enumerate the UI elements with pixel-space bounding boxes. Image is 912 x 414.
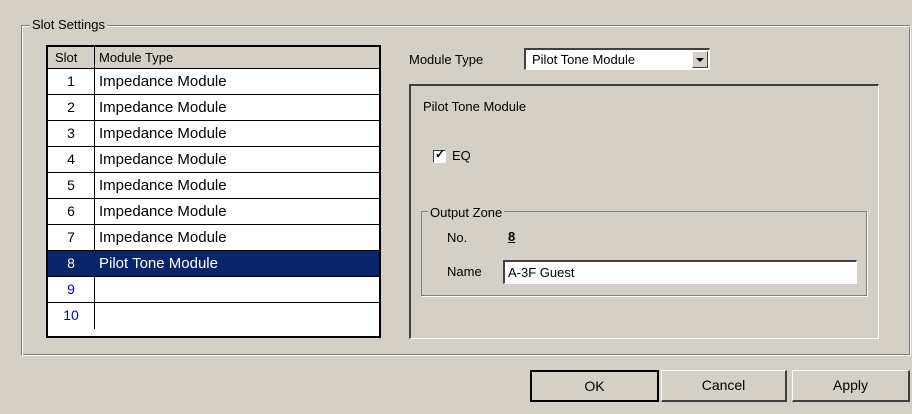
table-row[interactable]: 1 Impedance Module — [48, 69, 379, 95]
slot-number-cell: 10 — [48, 303, 95, 329]
slot-number-cell: 5 — [48, 173, 95, 198]
slot-number-cell: 7 — [48, 225, 95, 250]
slot-number-cell: 1 — [48, 69, 95, 94]
zone-name-input[interactable] — [503, 260, 857, 284]
slot-number-cell: 4 — [48, 147, 95, 172]
module-type-column-header[interactable]: Module Type — [95, 47, 379, 68]
table-body: 1 Impedance Module 2 Impedance Module 3 Imped… — [48, 69, 379, 329]
table-row[interactable]: 2 Impedance Module — [48, 95, 379, 121]
slot-number-cell: 3 — [48, 121, 95, 146]
module-type-cell: Impedance Module — [99, 203, 227, 220]
module-type-cell: Impedance Module — [99, 151, 227, 168]
zone-number-label: No. — [447, 230, 468, 245]
slot-number-cell: 2 — [48, 95, 95, 120]
table-row[interactable]: 9 — [48, 277, 379, 303]
slot-number-cell: 9 — [48, 277, 95, 302]
eq-label[interactable]: EQ — [452, 148, 471, 163]
table-row[interactable]: 8 Pilot Tone Module — [48, 251, 379, 277]
chevron-down-icon[interactable] — [692, 51, 708, 68]
module-type-cell: Impedance Module — [99, 125, 227, 142]
slot-number-cell: 6 — [48, 199, 95, 224]
module-type-cell: Impedance Module — [99, 177, 227, 194]
table-row[interactable]: 7 Impedance Module — [48, 225, 379, 251]
slot-column-header[interactable]: Slot — [48, 47, 95, 68]
table-row[interactable]: 5 Impedance Module — [48, 173, 379, 199]
module-type-cell: Impedance Module — [99, 73, 227, 90]
module-type-value: Pilot Tone Module — [532, 52, 636, 67]
table-row[interactable]: 3 Impedance Module — [48, 121, 379, 147]
module-type-label: Module Type — [409, 52, 484, 67]
zone-name-label: Name — [447, 264, 482, 279]
output-zone-title: Output Zone — [428, 205, 505, 220]
cancel-button[interactable]: Cancel — [661, 370, 787, 402]
table-header: Slot Module Type — [48, 47, 379, 69]
ok-button[interactable]: OK — [530, 370, 659, 402]
zone-number-value: 8 — [508, 229, 516, 244]
table-row[interactable]: 10 — [48, 303, 379, 329]
module-type-cell: Pilot Tone Module — [99, 255, 218, 272]
apply-button[interactable]: Apply — [792, 370, 910, 402]
table-row[interactable]: 4 Impedance Module — [48, 147, 379, 173]
module-type-cell — [95, 303, 379, 329]
panel-title: Pilot Tone Module — [423, 99, 527, 114]
slot-table: Slot Module Type 1 Impedance Module 2 Imped… — [46, 45, 381, 338]
module-type-cell: Impedance Module — [99, 99, 227, 116]
eq-checkbox[interactable]: ✓ — [433, 147, 446, 163]
checkmark-icon: ✓ — [435, 147, 446, 161]
module-type-dropdown[interactable]: Pilot Tone Module — [524, 48, 710, 70]
slot-number-cell: 8 — [48, 251, 95, 276]
module-type-cell — [95, 277, 379, 302]
table-row[interactable]: 6 Impedance Module — [48, 199, 379, 225]
slot-settings-title: Slot Settings — [30, 17, 107, 33]
module-type-cell: Impedance Module — [99, 229, 227, 246]
